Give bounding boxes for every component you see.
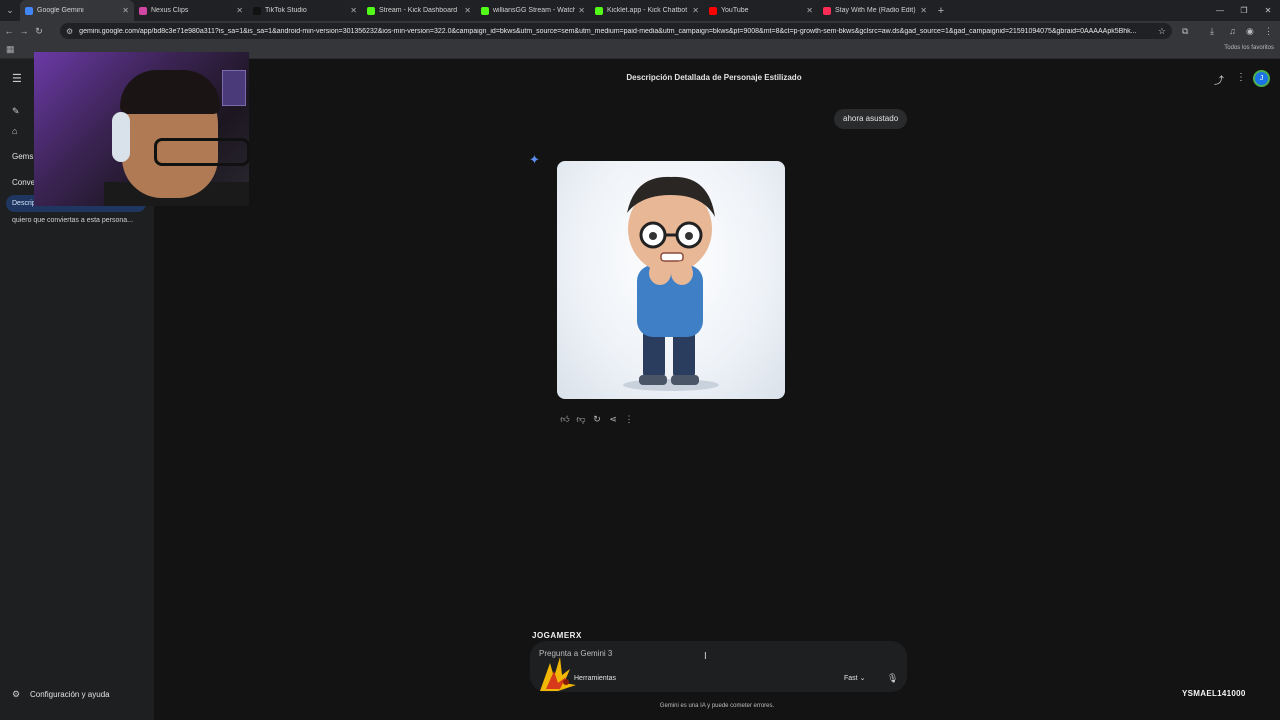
tab-title: Kicklet.app - Kick Chatbot and [607, 7, 689, 14]
all-bookmarks-link[interactable]: Todos los favoritos [1224, 45, 1274, 51]
browser-tab[interactable]: Stream - Kick Dashboard ✕ [362, 0, 476, 21]
more-options-icon[interactable]: ⋮ [1236, 72, 1246, 83]
user-message: ahora asustado [834, 109, 908, 129]
webcam-hair [120, 70, 220, 114]
tab-title: YouTube [721, 7, 749, 14]
new-tab-button[interactable]: + [932, 5, 950, 17]
download-icon[interactable]: ⤓ [1210, 21, 1214, 41]
tab-favicon-icon [253, 6, 261, 15]
avatar[interactable]: J [1253, 70, 1270, 87]
text-cursor-icon: I [704, 651, 707, 662]
window-controls: — ❐ ✕ [1208, 0, 1280, 21]
thumbs-up-icon[interactable]: 👍︎ [557, 414, 573, 425]
webcam-glasses [154, 138, 249, 166]
share-icon[interactable]: ⤴ [1214, 72, 1224, 87]
tab-favicon-icon [481, 6, 489, 15]
close-tab-icon[interactable]: ✕ [350, 6, 357, 15]
browser-menu-icon[interactable]: ⋮ [1264, 21, 1273, 41]
library-icon: ⌂ [12, 126, 18, 136]
url-text[interactable]: gemini.google.com/app/bd8c3e71e980a311?i… [79, 28, 1158, 35]
address-bar-row: ← → ↻ ⚙ gemini.google.com/app/bd8c3e71e9… [0, 21, 1280, 41]
browser-tab[interactable]: Stay With Me (Radio Edit) ✕ [818, 0, 932, 21]
browser-tab[interactable]: williansGG Stream - Watch Live✕ [476, 0, 590, 21]
browser-tab[interactable]: TikTok Studio ✕ [248, 0, 362, 21]
gemini-spark-icon: ✦ [529, 152, 540, 167]
close-tab-icon[interactable]: ✕ [692, 6, 699, 15]
browser-tab[interactable]: Google Gemini ✕ [20, 0, 134, 21]
tab-title: Stay With Me (Radio Edit) [835, 7, 916, 14]
apps-grid-icon[interactable]: ▦ [6, 44, 15, 55]
restore-icon[interactable]: ❐ [1232, 0, 1256, 21]
scared-character-illustration [623, 176, 719, 391]
tab-title: TikTok Studio [265, 7, 307, 14]
my-stuff-button[interactable]: ⌂ [12, 126, 26, 136]
tab-favicon-icon [367, 6, 375, 15]
tab-favicon-icon [595, 6, 603, 15]
omnibox[interactable]: ⚙ gemini.google.com/app/bd8c3e71e980a311… [60, 23, 1172, 39]
tab-title: williansGG Stream - Watch Live [493, 7, 576, 14]
tools-button[interactable]: Herramientas [574, 675, 616, 682]
stream-watermark: JOGAMERX [532, 631, 582, 640]
more-actions-icon[interactable]: ⋮ [621, 414, 637, 425]
tab-title: Google Gemini [37, 7, 84, 14]
browser-tab[interactable]: Nexus Clips ✕ [134, 0, 248, 21]
gems-heading[interactable]: Gems [12, 152, 33, 161]
minimize-icon[interactable]: — [1208, 0, 1232, 21]
browser-tab-strip: ⌄ Google Gemini ✕ Nexus Clips ✕ TikTok Studi… [0, 0, 1280, 21]
browser-tab[interactable]: Kicklet.app - Kick Chatbot and✕ [590, 0, 704, 21]
webcam-overlay [34, 52, 249, 206]
tab-favicon-icon [25, 6, 33, 15]
close-tab-icon[interactable]: ✕ [464, 6, 471, 15]
back-icon[interactable]: ← [3, 26, 15, 36]
settings-and-help-button[interactable]: ⚙ Configuración y ayuda [12, 689, 110, 700]
close-tab-icon[interactable]: ✕ [236, 6, 243, 15]
model-mode-selector[interactable]: Fast ⌄ [844, 674, 865, 682]
browser-tab[interactable]: YouTube ✕ [704, 0, 818, 21]
microphone-icon[interactable]: 🎙︎ [887, 673, 898, 684]
tab-favicon-icon [139, 6, 147, 15]
share-response-icon[interactable]: ⋖ [605, 414, 621, 425]
tab-favicon-icon [709, 6, 717, 15]
bookmark-star-icon[interactable]: ☆ [1158, 26, 1166, 37]
close-tab-icon[interactable]: ✕ [920, 6, 927, 15]
reload-icon[interactable]: ↻ [33, 26, 45, 37]
profile-icon[interactable]: ◉ [1246, 21, 1254, 41]
thumbs-down-icon[interactable]: 👎︎ [573, 414, 589, 425]
firebird-sticker [540, 657, 576, 691]
regenerate-icon[interactable]: ↻ [589, 414, 605, 425]
wall-poster [222, 70, 246, 106]
tab-title: Nexus Clips [151, 7, 189, 14]
close-tab-icon[interactable]: ✕ [578, 6, 585, 15]
main-menu-icon[interactable]: ☰ [12, 72, 22, 85]
settings-label: Configuración y ayuda [30, 690, 110, 699]
gear-icon: ⚙ [12, 689, 21, 699]
close-window-icon[interactable]: ✕ [1256, 0, 1280, 21]
edit-icon: ✎ [12, 106, 20, 116]
response-actions: 👍︎ 👎︎ ↻ ⋖ ⋮ [557, 414, 637, 425]
tab-title: Stream - Kick Dashboard [379, 7, 458, 14]
site-info-icon[interactable]: ⚙ [66, 27, 73, 36]
new-chat-button[interactable]: ✎ [12, 106, 26, 117]
headset [112, 112, 130, 162]
forward-icon[interactable]: → [18, 26, 30, 36]
sidebar-item-recent-chat[interactable]: quiero que conviertas a esta persona... [12, 217, 133, 224]
tab-search-icon[interactable]: ⌄ [0, 0, 20, 21]
close-tab-icon[interactable]: ✕ [806, 6, 813, 15]
disclaimer: Gemini es una IA y puede cometer errores… [659, 703, 775, 709]
media-icon[interactable]: ♫ [1229, 21, 1236, 41]
chat-title: Descripción Detallada de Personaje Estil… [626, 73, 802, 82]
close-tab-icon[interactable]: ✕ [122, 6, 129, 15]
extensions-icon[interactable]: ⧉ [1182, 21, 1188, 41]
tab-favicon-icon [823, 6, 831, 15]
chevron-down-icon: ⌄ [859, 675, 866, 682]
generated-image[interactable] [557, 161, 785, 399]
streamer-tag: YSMAEL141000 [1182, 689, 1246, 698]
mode-label: Fast [844, 675, 858, 682]
